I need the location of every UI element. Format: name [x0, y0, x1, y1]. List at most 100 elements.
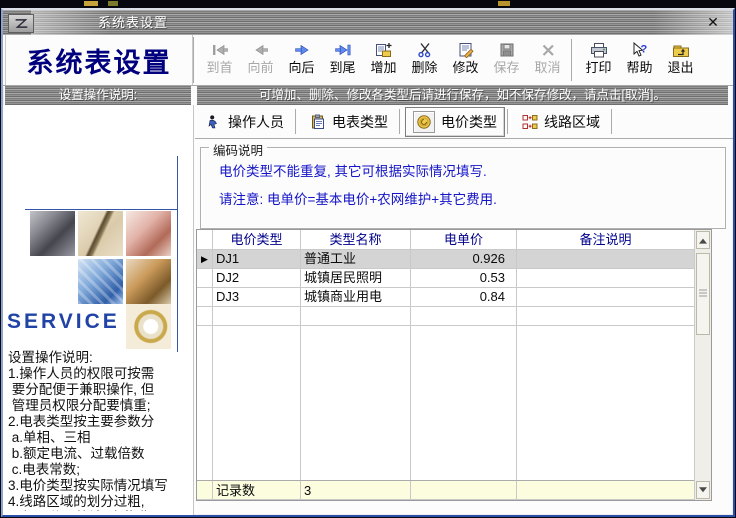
message-bar: 可增加、删除、修改各类型后请进行保存，如不保存修改，请点击[取消]。: [197, 85, 728, 105]
row-pointer-icon: ▶: [197, 250, 212, 268]
window-logo-icon: [8, 14, 34, 33]
scrollbar-track[interactable]: [695, 250, 711, 480]
cell-price-type: DJ2: [213, 269, 301, 287]
cell-note: [517, 250, 694, 268]
decorative-line: [177, 156, 178, 352]
add-record-icon: [375, 40, 393, 59]
save-button[interactable]: 保存: [486, 37, 527, 83]
row-indicator-header: [197, 230, 213, 249]
printer-icon: [590, 40, 608, 59]
cell-unit-price: 0.84: [411, 288, 517, 306]
tab-label: 线路区域: [544, 112, 600, 132]
groupbox-note: 电价类型不能重复, 其它可根据实际情况填写.: [219, 160, 487, 180]
background-window-fragment: [84, 1, 98, 6]
column-header: 电价类型: [213, 230, 301, 249]
button-label: 退出: [667, 60, 693, 75]
background-window-fragment: [108, 1, 118, 6]
cell-unit-price: 0.53: [411, 269, 517, 287]
exit-folder-icon: [672, 40, 690, 59]
column-line: [197, 326, 213, 480]
tab-operators[interactable]: 操作人员: [197, 109, 293, 135]
svg-text:?: ?: [640, 43, 647, 55]
cell-note: [517, 269, 694, 287]
next-record-button[interactable]: 向后: [281, 37, 322, 83]
cell-type-name: 城镇商业用电: [301, 288, 411, 306]
delete-button[interactable]: 删除: [404, 37, 445, 83]
first-record-button[interactable]: 到首: [199, 37, 240, 83]
tab-separator: [507, 109, 511, 134]
tab-meter-types[interactable]: 电表类型: [301, 109, 397, 135]
button-label: 删除: [411, 60, 437, 75]
scrollbar-thumb[interactable]: [696, 253, 710, 335]
tab-price-types[interactable]: 电价类型: [405, 107, 505, 137]
instructions-text: 设置操作说明: 1.操作人员的权限可按需 要分配便于兼职操作, 但 管理员权限分…: [8, 350, 193, 511]
floppy-save-icon: [499, 40, 515, 59]
cell-unit-price: 0.926: [411, 250, 517, 268]
help-button[interactable]: ? 帮助: [619, 37, 660, 83]
table-row-empty: [197, 307, 694, 326]
close-icon[interactable]: ✕: [704, 12, 722, 32]
row-indicator: ▶: [197, 250, 213, 268]
divider: [195, 138, 733, 142]
cell-note: [517, 288, 694, 306]
last-record-icon: [333, 40, 353, 59]
previous-record-button[interactable]: 向前: [240, 37, 281, 83]
divider: [193, 37, 197, 83]
button-label: 到尾: [329, 60, 355, 75]
photo-fabric: [126, 259, 171, 304]
previous-record-icon: [251, 40, 271, 59]
encoding-description-groupbox: 编码说明 电价类型不能重复, 其它可根据实际情况填写. 请注意: 电单价=基本电…: [200, 147, 726, 229]
tab-label: 电价类型: [441, 112, 497, 132]
exit-button[interactable]: 退出: [660, 37, 701, 83]
cell-type-name: 普通工业: [301, 250, 411, 268]
price-type-table: 电价类型 类型名称 电单价 备注说明 ▶ DJ1 普通工业 0.926 DJ2 …: [196, 229, 712, 501]
cancel-button[interactable]: 取消: [527, 37, 568, 83]
photo-watch: [126, 304, 171, 349]
modify-button[interactable]: 修改: [445, 37, 486, 83]
scissors-icon: [417, 40, 433, 59]
table-body: 电价类型 类型名称 电单价 备注说明 ▶ DJ1 普通工业 0.926 DJ2 …: [197, 230, 694, 500]
edit-note-icon: [458, 40, 474, 59]
button-label: 向后: [288, 60, 314, 75]
header: 系统表设置 到首 向前 向后: [3, 35, 733, 86]
next-record-icon: [292, 40, 312, 59]
table-row[interactable]: DJ3 城镇商业用电 0.84: [197, 288, 694, 307]
groupbox-note: 请注意: 电单价=基本电价+农网维护+其它费用.: [219, 188, 497, 208]
table-empty-area: [197, 326, 694, 480]
add-button[interactable]: 增加: [363, 37, 404, 83]
tab-separator: [611, 109, 615, 134]
photo-pen: [78, 211, 123, 256]
sidebar: SERVICE 设置操作说明: 1.操作人员的权限可按需 要分配便于兼职操作, …: [3, 105, 193, 515]
toolbar: 到首 向前 向后 到尾: [199, 35, 731, 85]
last-record-button[interactable]: 到尾: [322, 37, 363, 83]
button-label: 取消: [534, 60, 560, 75]
button-label: 打印: [585, 60, 611, 75]
titlebar[interactable]: 系统表设置 ✕: [3, 10, 733, 35]
column-line: [213, 326, 301, 480]
table-row[interactable]: DJ2 城镇居民照明 0.53: [197, 269, 694, 288]
button-label: 保存: [493, 60, 519, 75]
cell-empty: [301, 307, 411, 325]
record-count-value: 3: [301, 481, 411, 499]
cell-empty: [517, 481, 694, 499]
coin-icon: [413, 111, 435, 133]
print-button[interactable]: 打印: [578, 37, 619, 83]
column-line: [517, 326, 694, 480]
person-icon: [206, 114, 222, 130]
button-label: 增加: [370, 60, 396, 75]
clipboard-icon: [310, 114, 326, 130]
button-label: 帮助: [626, 60, 652, 75]
page-title: 系统表设置: [5, 35, 193, 85]
vertical-scrollbar[interactable]: [694, 230, 711, 500]
table-footer-row: 记录数 3: [197, 480, 694, 500]
row-indicator: [197, 288, 213, 306]
first-record-icon: [210, 40, 230, 59]
tab-line-areas[interactable]: 线路区域: [513, 109, 609, 135]
toolbar-separator: [571, 39, 575, 81]
scroll-down-icon[interactable]: [696, 481, 710, 499]
tab-label: 操作人员: [228, 112, 284, 132]
scroll-up-icon[interactable]: [696, 231, 710, 249]
photo-keyboard: [78, 259, 123, 304]
table-row-selected[interactable]: ▶ DJ1 普通工业 0.926: [197, 250, 694, 269]
button-label: 修改: [452, 60, 478, 75]
